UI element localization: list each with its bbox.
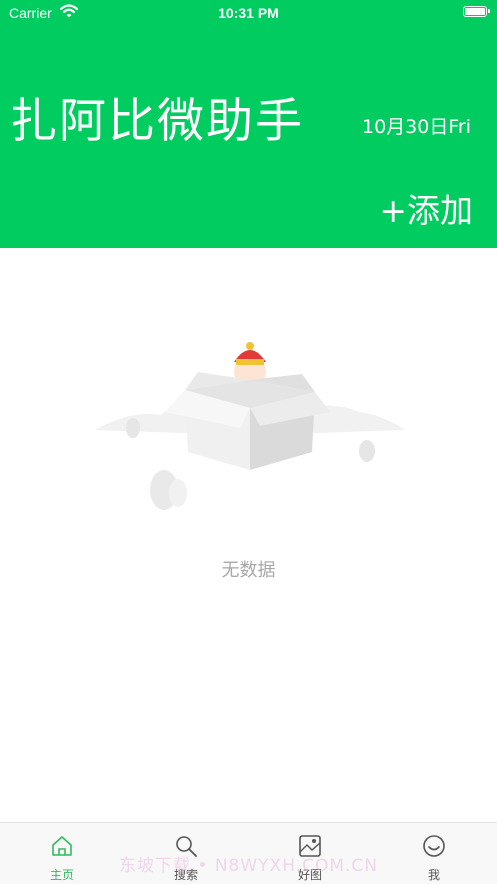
tab-images[interactable]: 好图 — [248, 823, 372, 884]
tab-label: 好图 — [297, 868, 322, 882]
status-bar: Carrier 10:31 PM — [0, 0, 497, 26]
tab-home[interactable]: 主页 — [0, 823, 124, 884]
tab-label: 主页 — [49, 868, 74, 882]
tab-search[interactable]: 搜索 — [124, 823, 248, 884]
add-button[interactable]: +添加 — [379, 184, 473, 232]
home-icon — [52, 836, 72, 856]
tab-label: 搜索 — [173, 868, 198, 882]
battery-icon — [463, 6, 490, 17]
status-time: 10:31 PM — [218, 5, 279, 21]
profile-icon — [423, 835, 445, 857]
tab-label: 我 — [427, 868, 440, 882]
tab-bar: 主页 搜索 好图 我 东坡下载 • N8WYXH.COM.CN — [0, 822, 497, 884]
search-icon — [176, 836, 197, 857]
app-header: Carrier 10:31 PM 扎阿比微助手 10月30日Fri +添加 — [0, 0, 497, 248]
empty-box-illustration — [90, 330, 410, 530]
page-title: 扎阿比微助手 — [10, 94, 304, 149]
image-icon — [299, 835, 321, 857]
tab-profile[interactable]: 我 — [372, 823, 496, 884]
date-label: 10月30日Fri — [362, 116, 471, 138]
empty-state-text: 无数据 — [221, 560, 276, 581]
